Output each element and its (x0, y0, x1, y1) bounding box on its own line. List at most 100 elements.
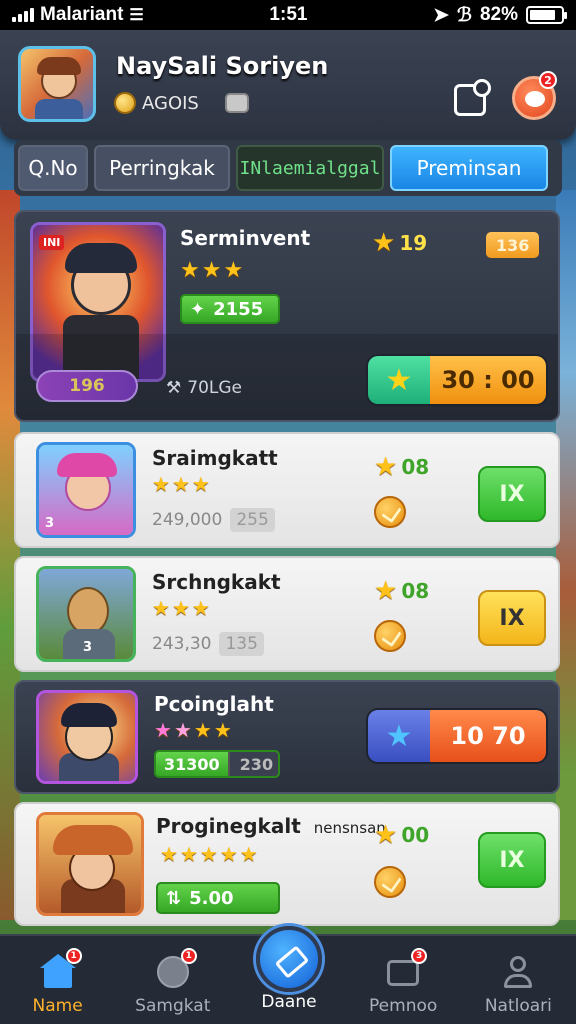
action-button[interactable]: IX (478, 466, 546, 522)
star-icon: ★ (239, 842, 258, 866)
nav-samgkat[interactable]: 1 Samgkat (123, 948, 223, 1016)
list-card[interactable]: Pcoinglaht ★ ★ ★ ★ 31300 230 ★ 10 70 (14, 680, 560, 794)
star-icon: ★ (152, 596, 170, 620)
star-icon: ★ (201, 258, 222, 283)
action-button[interactable]: IX (478, 590, 546, 646)
leaf-icon: ✦ (190, 298, 206, 320)
rating: ★ 08 (374, 452, 429, 482)
nav-label: Pemnoo (369, 996, 438, 1016)
star-rating: ★ ★ ★ (152, 472, 210, 496)
price-tag: 136 (486, 232, 540, 258)
coin-icon (374, 496, 406, 528)
coin-balance: AGOIS (142, 92, 199, 114)
card-thumbnail (36, 690, 138, 784)
chat-notifications-button[interactable]: 2 (512, 71, 557, 120)
bluetooth-icon: ℬ (457, 4, 472, 26)
card-title-text: Proginegkalt (156, 814, 301, 838)
sub-value: 249,000 (152, 510, 223, 530)
star-icon: ★ (180, 258, 200, 283)
battery-percent: 82% (479, 4, 518, 25)
claim-button[interactable]: ★ 10 70 (366, 708, 548, 764)
list-card[interactable]: 3 Srchngkakt ★ ★ ★ 243,30 135 ★ 08 IX (14, 556, 560, 672)
star-icon: ★ (191, 596, 210, 620)
tab-inlaemialggal[interactable]: INlaemialggal (236, 145, 384, 191)
coin-icon (114, 92, 136, 114)
star-icon: ★ (171, 472, 190, 496)
tab-preminsan[interactable]: Preminsan (390, 145, 548, 191)
profile-header: NaySali Soriyen AGOIS 2 (0, 30, 576, 140)
rating: ★ 19 (372, 228, 427, 258)
featured-card[interactable]: INI 196 Serminvent ★ ★ ★ ✦ 2155 ★ 19 136 ⚒… (14, 210, 560, 422)
star-icon: ★ (213, 718, 232, 742)
nav-label: Name (32, 996, 83, 1016)
notification-badge: 2 (539, 71, 557, 89)
star-icon: ★ (191, 472, 210, 496)
gauge-icon: 1 (153, 948, 197, 990)
gem-icon[interactable] (224, 93, 249, 113)
star-icon: ★ (173, 718, 192, 742)
arrows-icon: ⇅ (166, 887, 182, 909)
status-bar: Malariant ☰ 1:51 ➤ ℬ 82% (0, 0, 576, 30)
sub-value-row: 249,000 255 (152, 508, 275, 532)
username: NaySali Soriyen (116, 52, 329, 80)
thumb-tag: 3 (45, 516, 55, 531)
rating-value: 08 (401, 455, 430, 479)
edit-profile-button[interactable] (454, 79, 491, 116)
meta-row: ⚒ 70LGe (166, 378, 242, 398)
green-value-pill: ⇅ 5.00 (156, 882, 280, 914)
card-thumbnail (36, 812, 144, 916)
home-icon: 1 (38, 948, 82, 990)
claim-value: 10 70 (430, 710, 546, 762)
rating: ★ 00 (374, 820, 429, 850)
card-title: Pcoinglaht (154, 692, 274, 716)
rating-value: 08 (401, 579, 430, 603)
profile-icon (498, 954, 538, 990)
avatar[interactable] (18, 46, 96, 122)
nav-badge: 3 (411, 948, 428, 964)
star-icon: ★ (171, 596, 190, 620)
green-value: 31300 (164, 754, 220, 774)
nav-home[interactable]: 1 Name (8, 948, 108, 1016)
thumb-tag: 3 (83, 640, 93, 655)
claim-button[interactable]: ★ 30 : 00 (366, 354, 548, 406)
rating-value: 00 (401, 823, 430, 847)
star-rating: ★ ★ ★ (180, 258, 243, 283)
card-title: Serminvent (180, 226, 311, 250)
nav-label: Samgkat (135, 996, 211, 1016)
nav-pemnoo[interactable]: 3 Pemnoo (353, 948, 453, 1016)
tool-icon: ⚒ (166, 378, 182, 398)
nav-profile[interactable]: Natloari (468, 954, 568, 1016)
action-button[interactable]: IX (478, 832, 546, 888)
rating: ★ 08 (374, 576, 429, 606)
battery-fill (530, 10, 555, 20)
signal-icon (12, 8, 34, 22)
star-icon: ★ (219, 842, 238, 866)
list-card[interactable]: Proginegkalt nensnsan ★ ★ ★ ★ ★ ⇅ 5.00 ★ 00 … (14, 802, 560, 926)
card-title: Sraimgkatt (152, 446, 278, 470)
meta-text: 70LGe (187, 378, 242, 398)
tab-bar: Q.No Perringkak INlaemialggal Preminsan (14, 140, 562, 196)
tab-qno[interactable]: Q.No (18, 145, 88, 191)
nav-badge: 1 (180, 948, 197, 964)
sub-chip: 135 (219, 632, 264, 656)
wifi-icon: ☰ (129, 7, 144, 24)
coin-icon (374, 620, 406, 652)
star-icon: ★ (160, 842, 178, 866)
star-rating: ★ ★ ★ ★ (154, 718, 232, 742)
tv-icon: 3 (383, 948, 428, 990)
star-icon: ★ (368, 356, 430, 404)
thumb-tag: INI (39, 235, 65, 250)
center-action-button[interactable] (256, 926, 322, 992)
green-value-pill: 31300 230 (154, 750, 280, 778)
sub-chip: 255 (230, 508, 275, 532)
star-icon: ★ (154, 718, 172, 742)
location-icon: ➤ (433, 4, 450, 26)
star-icon: ★ (152, 472, 170, 496)
star-rating: ★ ★ ★ ★ ★ (160, 842, 258, 866)
rating-value: 19 (399, 231, 428, 255)
green-value: 2155 (213, 298, 264, 320)
card-thumbnail: 3 (36, 442, 136, 538)
star-icon: ★ (374, 452, 398, 482)
tab-perringkak[interactable]: Perringkak (94, 145, 230, 191)
list-card[interactable]: 3 Sraimgkatt ★ ★ ★ 249,000 255 ★ 08 IX (14, 432, 560, 548)
